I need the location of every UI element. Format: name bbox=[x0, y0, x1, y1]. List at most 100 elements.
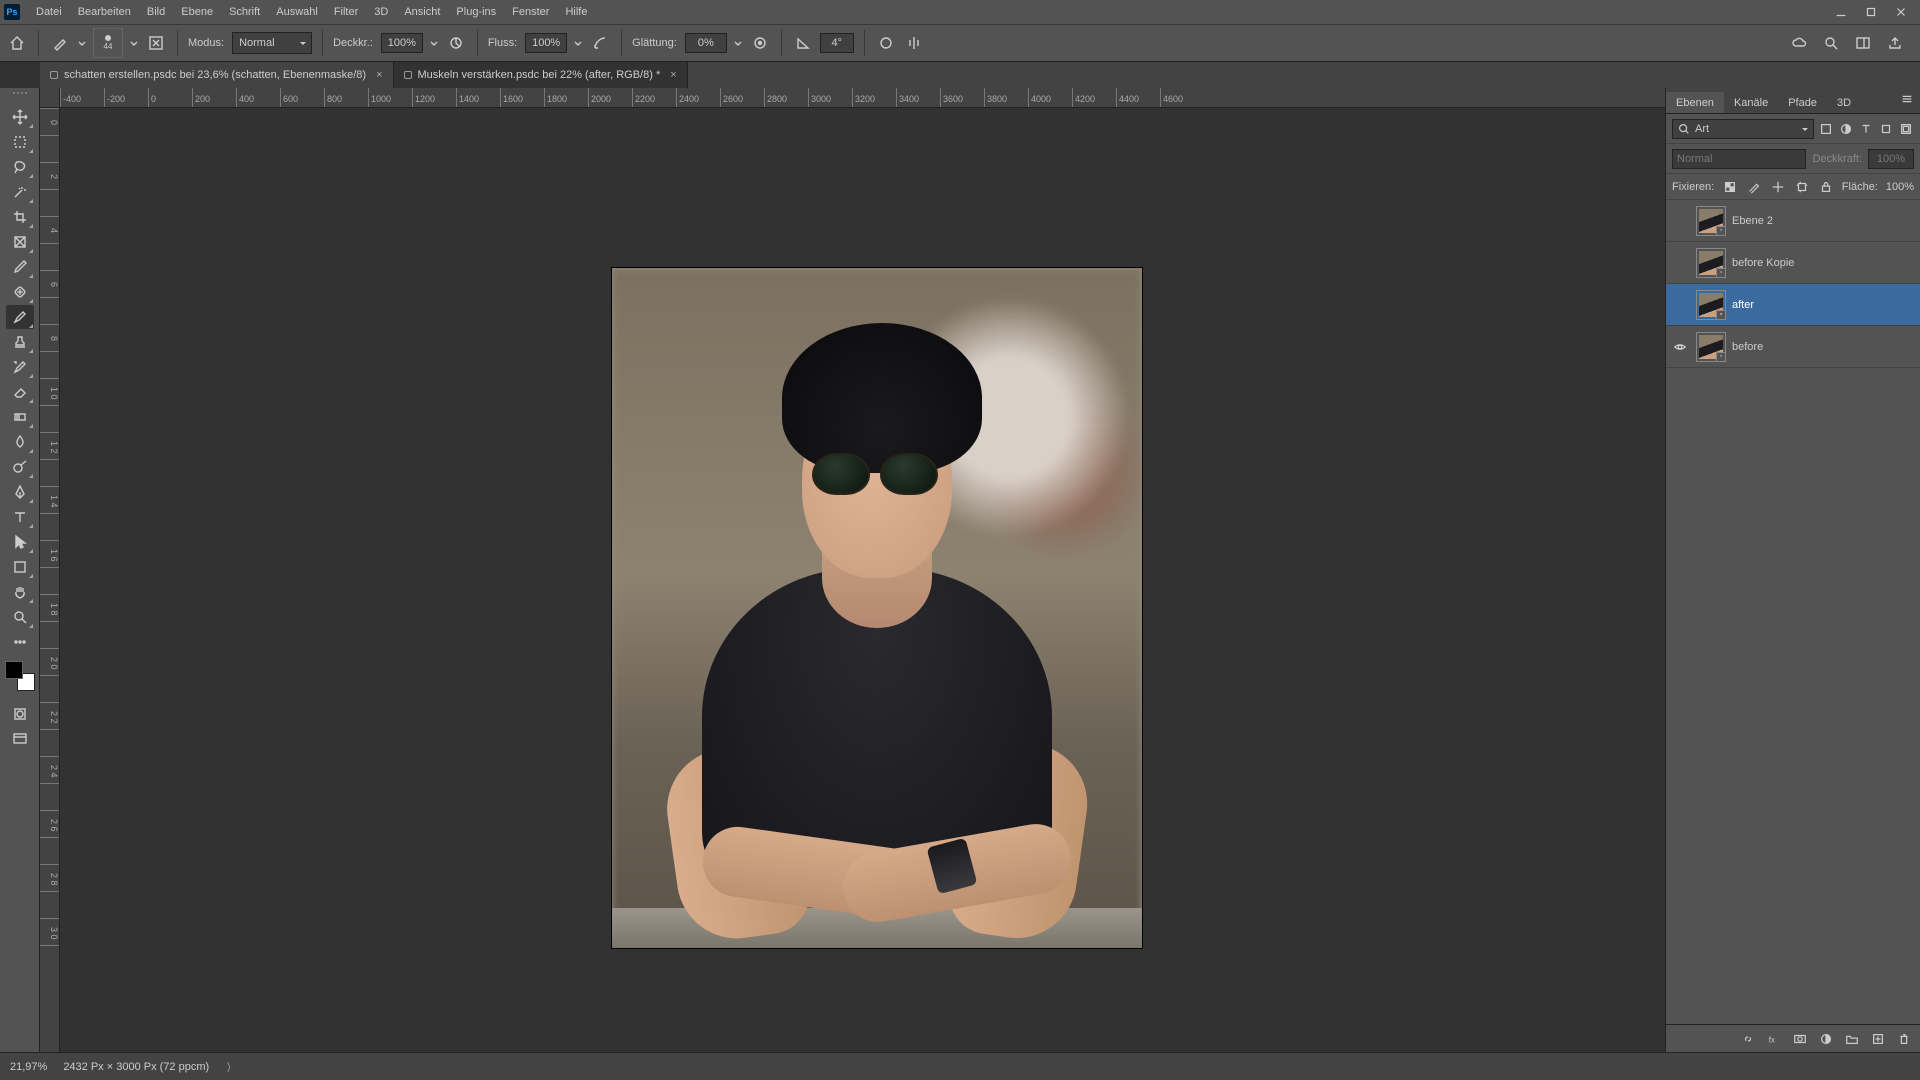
eyedropper-tool[interactable] bbox=[6, 255, 34, 279]
menu-plug-ins[interactable]: Plug-ins bbox=[448, 0, 504, 24]
edit-toolbar[interactable] bbox=[6, 630, 34, 654]
document-tab[interactable]: Muskeln verstärken.psdc bei 22% (after, … bbox=[394, 62, 688, 88]
panel-tab-kanäle[interactable]: Kanäle bbox=[1724, 92, 1778, 113]
layer-filter-dropdown[interactable]: Art bbox=[1672, 119, 1814, 139]
brush-preset-picker[interactable]: 44 bbox=[93, 28, 123, 58]
chevron-down-icon[interactable] bbox=[429, 33, 439, 53]
lock-all-icon[interactable] bbox=[1818, 179, 1834, 195]
chevron-down-icon[interactable] bbox=[573, 33, 583, 53]
history-brush-tool[interactable] bbox=[6, 355, 34, 379]
flow-field[interactable]: 100% bbox=[525, 33, 567, 53]
brush-settings-button[interactable] bbox=[145, 32, 167, 54]
chevron-down-icon[interactable] bbox=[129, 33, 139, 53]
menu-filter[interactable]: Filter bbox=[326, 0, 366, 24]
pressure-opacity-button[interactable] bbox=[445, 32, 467, 54]
close-icon[interactable]: × bbox=[376, 69, 382, 81]
wand-tool[interactable] bbox=[6, 180, 34, 204]
group-layers-icon[interactable] bbox=[1844, 1031, 1860, 1047]
layer-row[interactable]: ▫after bbox=[1666, 284, 1920, 326]
home-button[interactable] bbox=[6, 32, 28, 54]
pressure-size-button[interactable] bbox=[875, 32, 897, 54]
filter-smart-icon[interactable] bbox=[1898, 121, 1914, 137]
screenmode-button[interactable] bbox=[6, 727, 34, 751]
smoothing-options-button[interactable] bbox=[749, 32, 771, 54]
layer-mask-icon[interactable] bbox=[1792, 1031, 1808, 1047]
document-dimensions[interactable]: 2432 Px × 3000 Px (72 ppcm) bbox=[63, 1061, 209, 1073]
canvas-area[interactable]: -400-20002004006008001000120014001600180… bbox=[40, 88, 1665, 1052]
lock-artboard-icon[interactable] bbox=[1794, 179, 1810, 195]
eraser-tool[interactable] bbox=[6, 380, 34, 404]
color-swatch[interactable] bbox=[5, 661, 35, 691]
visibility-toggle[interactable] bbox=[1670, 337, 1690, 357]
zoom-level[interactable]: 21,97% bbox=[10, 1061, 47, 1073]
lock-position-icon[interactable] bbox=[1770, 179, 1786, 195]
layer-blend-dropdown[interactable]: Normal bbox=[1672, 149, 1806, 169]
opacity-field[interactable]: 100% bbox=[381, 33, 423, 53]
layer-opacity-field[interactable]: 100% bbox=[1868, 149, 1914, 169]
visibility-toggle[interactable] bbox=[1670, 253, 1690, 273]
horizontal-ruler[interactable]: -400-20002004006008001000120014001600180… bbox=[60, 88, 1665, 108]
smoothing-field[interactable]: 0% bbox=[685, 33, 727, 53]
cloud-icon[interactable] bbox=[1788, 32, 1810, 54]
menu-ansicht[interactable]: Ansicht bbox=[396, 0, 448, 24]
layer-name[interactable]: Ebene 2 bbox=[1732, 215, 1916, 227]
layer-thumbnail[interactable]: ▫ bbox=[1696, 206, 1726, 236]
layer-thumbnail[interactable]: ▫ bbox=[1696, 248, 1726, 278]
close-icon[interactable]: × bbox=[670, 69, 676, 81]
pen-tool[interactable] bbox=[6, 480, 34, 504]
layer-row[interactable]: ▫before bbox=[1666, 326, 1920, 368]
layer-fx-icon[interactable]: fx bbox=[1766, 1031, 1782, 1047]
lasso-tool[interactable] bbox=[6, 155, 34, 179]
workspace-icon[interactable] bbox=[1852, 32, 1874, 54]
layer-name[interactable]: after bbox=[1732, 299, 1916, 311]
filter-pixel-icon[interactable] bbox=[1818, 121, 1834, 137]
visibility-toggle[interactable] bbox=[1670, 211, 1690, 231]
window-restore[interactable] bbox=[1856, 0, 1886, 24]
filter-shape-icon[interactable] bbox=[1878, 121, 1894, 137]
layer-name[interactable]: before bbox=[1732, 341, 1916, 353]
share-icon[interactable] bbox=[1884, 32, 1906, 54]
visibility-toggle[interactable] bbox=[1670, 295, 1690, 315]
menu-bild[interactable]: Bild bbox=[139, 0, 173, 24]
frame-tool[interactable] bbox=[6, 230, 34, 254]
gradient-tool[interactable] bbox=[6, 405, 34, 429]
lock-transparent-icon[interactable] bbox=[1722, 179, 1738, 195]
new-layer-icon[interactable] bbox=[1870, 1031, 1886, 1047]
tool-preset-picker[interactable] bbox=[49, 32, 71, 54]
filter-adjust-icon[interactable] bbox=[1838, 121, 1854, 137]
path-select-tool[interactable] bbox=[6, 530, 34, 554]
panel-grip[interactable] bbox=[6, 92, 34, 100]
brush-tool[interactable] bbox=[6, 305, 34, 329]
search-icon[interactable] bbox=[1820, 32, 1842, 54]
marquee-tool[interactable] bbox=[6, 130, 34, 154]
link-layers-icon[interactable] bbox=[1740, 1031, 1756, 1047]
layer-fill-field[interactable]: 100% bbox=[1886, 181, 1914, 193]
layer-name[interactable]: before Kopie bbox=[1732, 257, 1916, 269]
menu-auswahl[interactable]: Auswahl bbox=[268, 0, 326, 24]
quickmask-button[interactable] bbox=[6, 702, 34, 726]
ruler-origin[interactable] bbox=[40, 88, 60, 108]
angle-field[interactable]: 4° bbox=[820, 33, 854, 53]
crop-tool[interactable] bbox=[6, 205, 34, 229]
hand-tool[interactable] bbox=[6, 580, 34, 604]
panel-tab-ebenen[interactable]: Ebenen bbox=[1666, 92, 1724, 113]
menu-bearbeiten[interactable]: Bearbeiten bbox=[70, 0, 139, 24]
healing-tool[interactable] bbox=[6, 280, 34, 304]
menu-ebene[interactable]: Ebene bbox=[173, 0, 221, 24]
chevron-down-icon[interactable] bbox=[733, 33, 743, 53]
vertical-ruler[interactable]: 024681 01 21 41 61 82 02 22 42 62 83 0 bbox=[40, 108, 60, 1052]
dodge-tool[interactable] bbox=[6, 455, 34, 479]
blur-tool[interactable] bbox=[6, 430, 34, 454]
layer-row[interactable]: ▫ Ebene 2 bbox=[1666, 200, 1920, 242]
type-tool[interactable] bbox=[6, 505, 34, 529]
shape-tool[interactable] bbox=[6, 555, 34, 579]
zoom-tool[interactable] bbox=[6, 605, 34, 629]
window-minimize[interactable] bbox=[1826, 0, 1856, 24]
menu-hilfe[interactable]: Hilfe bbox=[557, 0, 595, 24]
menu-3d[interactable]: 3D bbox=[366, 0, 396, 24]
menu-fenster[interactable]: Fenster bbox=[504, 0, 557, 24]
symmetry-button[interactable] bbox=[903, 32, 925, 54]
menu-datei[interactable]: Datei bbox=[28, 0, 70, 24]
move-tool[interactable] bbox=[6, 105, 34, 129]
adjustment-layer-icon[interactable] bbox=[1818, 1031, 1834, 1047]
